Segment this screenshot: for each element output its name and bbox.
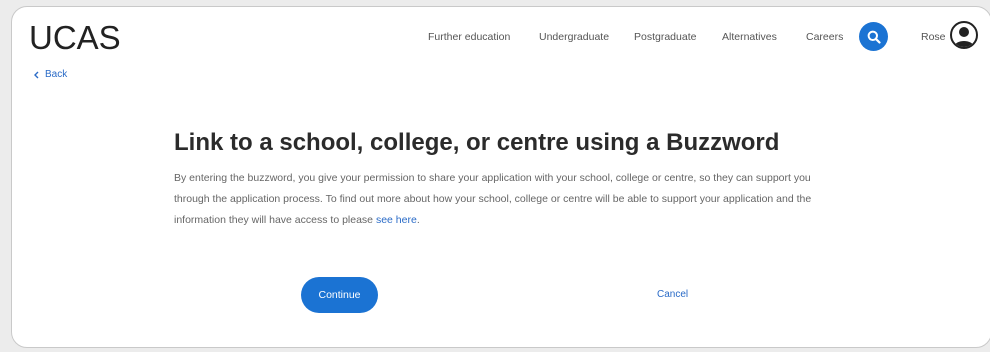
description-text: By entering the buzzword, you give your … [174, 172, 812, 226]
description-end: . [416, 214, 420, 226]
nav-careers[interactable]: Careers [806, 31, 843, 43]
back-label: Back [45, 69, 68, 80]
search-button[interactable] [859, 22, 888, 51]
page-frame: UCAS Further education Undergraduate Pos… [11, 6, 990, 348]
nav-alternatives[interactable]: Alternatives [722, 31, 777, 43]
nav-undergraduate[interactable]: Undergraduate [539, 31, 609, 43]
page-description: By entering the buzzword, you give your … [174, 168, 834, 231]
see-here-link[interactable]: see here [376, 214, 417, 226]
page-title: Link to a school, college, or centre usi… [174, 129, 780, 156]
search-icon [867, 30, 881, 44]
user-name[interactable]: Rose [921, 31, 946, 43]
continue-button[interactable]: Continue [301, 277, 378, 313]
nav-postgraduate[interactable]: Postgraduate [634, 31, 696, 43]
back-link[interactable]: Back [33, 69, 67, 80]
main-nav: Further education Undergraduate Postgrad… [12, 31, 990, 51]
chevron-left-icon [34, 71, 39, 78]
nav-further-education[interactable]: Further education [428, 31, 510, 43]
user-avatar-icon[interactable] [950, 21, 978, 49]
cancel-link[interactable]: Cancel [657, 289, 688, 300]
